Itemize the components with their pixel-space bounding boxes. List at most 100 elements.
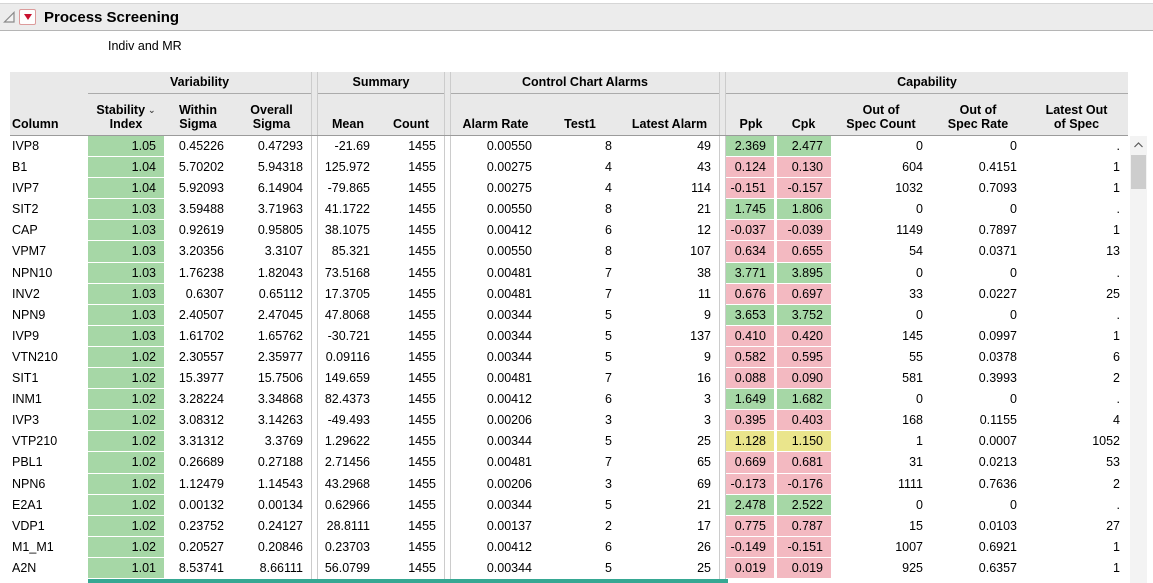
cell-overall[interactable]: 3.3107 (232, 241, 311, 262)
cell-oos-count[interactable]: 1149 (831, 220, 931, 241)
cell-overall[interactable]: 15.7506 (232, 368, 311, 389)
header-ppk[interactable]: Ppk (726, 94, 776, 135)
cell-latest-oos[interactable]: 13 (1025, 241, 1128, 262)
cell-test1[interactable]: 8 (540, 199, 620, 220)
table-row[interactable]: VDP11.020.237520.2412728.811114550.00137… (10, 516, 1128, 537)
cell-latest-alarm[interactable]: 9 (620, 347, 719, 368)
cell-within[interactable]: 0.00132 (164, 495, 232, 516)
cell-oos-count[interactable]: 31 (831, 452, 931, 473)
cell-mean[interactable]: -21.69 (318, 136, 378, 157)
cell-cpk[interactable]: 2.522 (776, 495, 831, 516)
cell-ppk[interactable]: 2.369 (726, 136, 776, 157)
header-stability-index[interactable]: Stability ⌄ Index (88, 94, 164, 135)
cell-oos-count[interactable]: 0 (831, 495, 931, 516)
cell-latest-oos[interactable]: 1 (1025, 178, 1128, 199)
cell-mean[interactable]: 0.62966 (318, 495, 378, 516)
cell-count[interactable]: 1455 (378, 558, 444, 579)
cell-column[interactable]: IVP9 (10, 326, 88, 347)
cell-column[interactable]: VTP210 (10, 431, 88, 452)
cell-latest-alarm[interactable]: 43 (620, 157, 719, 178)
table-row[interactable]: NPN101.031.762381.8204373.516814550.0048… (10, 263, 1128, 284)
table-row[interactable]: VTN2101.022.305572.359770.0911614550.003… (10, 347, 1128, 368)
cell-stability[interactable]: 1.02 (88, 474, 164, 495)
cell-alarm-rate[interactable]: 0.00344 (451, 558, 540, 579)
cell-oos-rate[interactable]: 0 (931, 263, 1025, 284)
red-triangle-menu-button[interactable] (19, 9, 36, 25)
cell-test1[interactable]: 4 (540, 157, 620, 178)
cell-within[interactable]: 3.20356 (164, 241, 232, 262)
cell-test1[interactable]: 5 (540, 495, 620, 516)
cell-column[interactable]: INM1 (10, 389, 88, 410)
cell-latest-alarm[interactable]: 9 (620, 305, 719, 326)
cell-latest-alarm[interactable]: 12 (620, 220, 719, 241)
cell-test1[interactable]: 2 (540, 516, 620, 537)
cell-test1[interactable]: 5 (540, 558, 620, 579)
cell-overall[interactable]: 0.65112 (232, 284, 311, 305)
table-row[interactable]: VPM71.033.203563.310785.32114550.0055081… (10, 241, 1128, 262)
cell-ppk[interactable]: 0.669 (726, 452, 776, 473)
cell-test1[interactable]: 5 (540, 347, 620, 368)
table-row[interactable]: B11.045.702025.94318125.97214550.0027544… (10, 157, 1128, 178)
cell-alarm-rate[interactable]: 0.00275 (451, 157, 540, 178)
cell-cpk[interactable]: -0.151 (776, 537, 831, 558)
cell-latest-alarm[interactable]: 16 (620, 368, 719, 389)
cell-cpk[interactable]: 1.806 (776, 199, 831, 220)
table-row[interactable]: IVP31.023.083123.14263-49.49314550.00206… (10, 410, 1128, 431)
cell-test1[interactable]: 6 (540, 537, 620, 558)
cell-within[interactable]: 1.76238 (164, 263, 232, 284)
cell-oos-count[interactable]: 0 (831, 263, 931, 284)
cell-latest-oos[interactable]: . (1025, 136, 1128, 157)
cell-cpk[interactable]: 0.019 (776, 558, 831, 579)
table-row[interactable]: E2A11.020.001320.001340.6296614550.00344… (10, 495, 1128, 516)
cell-mean[interactable]: 47.8068 (318, 305, 378, 326)
cell-mean[interactable]: 1.29622 (318, 431, 378, 452)
cell-overall[interactable]: 2.47045 (232, 305, 311, 326)
cell-cpk[interactable]: -0.176 (776, 474, 831, 495)
cell-latest-oos[interactable]: . (1025, 199, 1128, 220)
cell-latest-alarm[interactable]: 25 (620, 558, 719, 579)
cell-test1[interactable]: 3 (540, 410, 620, 431)
cell-cpk[interactable]: 1.150 (776, 431, 831, 452)
cell-latest-oos[interactable]: 1 (1025, 558, 1128, 579)
cell-column[interactable]: VPM7 (10, 241, 88, 262)
cell-column[interactable]: NPN9 (10, 305, 88, 326)
cell-oos-count[interactable]: 145 (831, 326, 931, 347)
cell-mean[interactable]: 43.2968 (318, 474, 378, 495)
cell-within[interactable]: 3.08312 (164, 410, 232, 431)
cell-latest-oos[interactable]: . (1025, 389, 1128, 410)
cell-latest-alarm[interactable]: 137 (620, 326, 719, 347)
cell-oos-rate[interactable]: 0 (931, 199, 1025, 220)
table-row[interactable]: IVP81.050.452260.47293-21.6914550.005508… (10, 136, 1128, 157)
cell-test1[interactable]: 4 (540, 178, 620, 199)
cell-column[interactable]: M1_M1 (10, 537, 88, 558)
cell-alarm-rate[interactable]: 0.00550 (451, 199, 540, 220)
cell-test1[interactable]: 3 (540, 474, 620, 495)
cell-oos-rate[interactable]: 0.0103 (931, 516, 1025, 537)
cell-ppk[interactable]: 0.124 (726, 157, 776, 178)
cell-latest-alarm[interactable]: 49 (620, 136, 719, 157)
cell-ppk[interactable]: 0.676 (726, 284, 776, 305)
cell-oos-count[interactable]: 604 (831, 157, 931, 178)
cell-column[interactable]: VTN210 (10, 347, 88, 368)
cell-stability[interactable]: 1.05 (88, 136, 164, 157)
cell-cpk[interactable]: 3.752 (776, 305, 831, 326)
cell-oos-rate[interactable]: 0 (931, 495, 1025, 516)
cell-within[interactable]: 5.70202 (164, 157, 232, 178)
cell-stability[interactable]: 1.01 (88, 558, 164, 579)
cell-oos-count[interactable]: 55 (831, 347, 931, 368)
cell-overall[interactable]: 2.35977 (232, 347, 311, 368)
cell-stability[interactable]: 1.03 (88, 241, 164, 262)
cell-latest-oos[interactable]: 1052 (1025, 431, 1128, 452)
cell-oos-rate[interactable]: 0.0007 (931, 431, 1025, 452)
cell-latest-oos[interactable]: . (1025, 263, 1128, 284)
cell-count[interactable]: 1455 (378, 474, 444, 495)
cell-cpk[interactable]: 0.787 (776, 516, 831, 537)
cell-ppk[interactable]: 0.019 (726, 558, 776, 579)
cell-ppk[interactable]: 1.128 (726, 431, 776, 452)
cell-stability[interactable]: 1.02 (88, 431, 164, 452)
header-overall-sigma[interactable]: Overall Sigma (232, 94, 311, 135)
header-latest-out-of-spec[interactable]: Latest Out of Spec (1025, 94, 1128, 135)
cell-overall[interactable]: 0.47293 (232, 136, 311, 157)
cell-stability[interactable]: 1.03 (88, 326, 164, 347)
cell-stability[interactable]: 1.02 (88, 368, 164, 389)
